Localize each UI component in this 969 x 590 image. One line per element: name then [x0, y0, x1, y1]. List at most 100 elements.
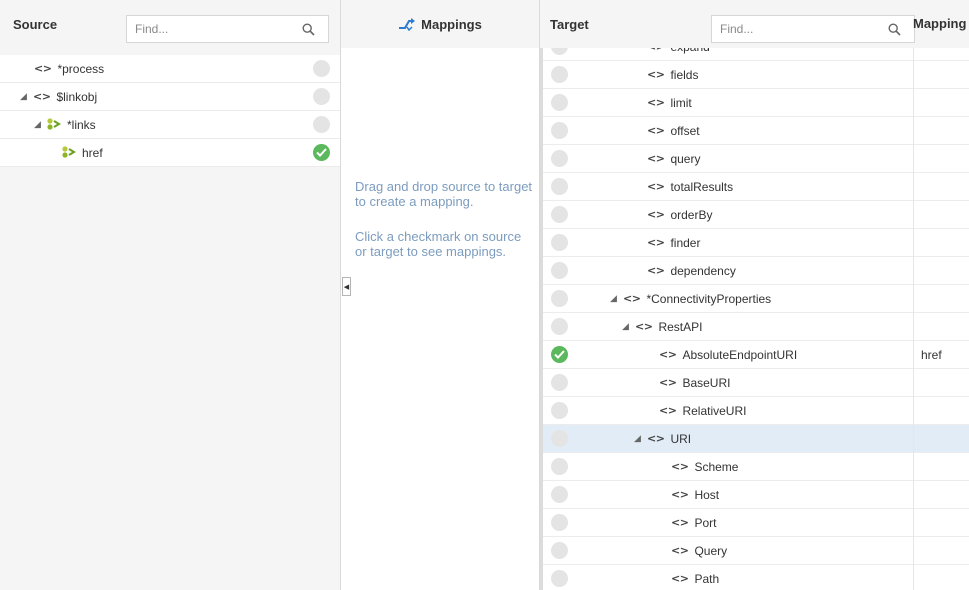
- target-tree-node: <> fields: [647, 61, 698, 88]
- source-tree: <> *process ◢ <> $linkobj ◢ *links href: [0, 55, 340, 167]
- mapping-arrows-icon: [399, 18, 416, 31]
- target-node-label: RestAPI: [658, 319, 703, 334]
- mapped-checkmark-icon[interactable]: [551, 346, 568, 363]
- element-tag-icon: <>: [671, 516, 689, 529]
- target-tree-row[interactable]: <> Path: [540, 565, 969, 590]
- source-tree-row[interactable]: <> *process: [0, 55, 340, 83]
- element-tag-icon: <>: [647, 68, 665, 81]
- expand-triangle-icon[interactable]: ◢: [20, 91, 33, 102]
- target-tree-node: <> dependency: [647, 257, 736, 284]
- target-tree-row[interactable]: <> query: [540, 145, 969, 173]
- target-node-label: fields: [670, 67, 699, 82]
- source-tree-node: href: [62, 139, 103, 166]
- target-node-label: dependency: [670, 263, 736, 278]
- source-tree-node: <> *process: [34, 55, 104, 82]
- unmapped-status-icon[interactable]: [551, 430, 568, 447]
- unmapped-status-icon[interactable]: [551, 514, 568, 531]
- target-node-label: Port: [694, 515, 717, 530]
- target-tree-row[interactable]: <> RelativeURI: [540, 397, 969, 425]
- source-tree-node: ◢ <> $linkobj: [20, 83, 97, 110]
- mappings-panel: Mappings Drag and drop source to target …: [341, 0, 540, 590]
- unmapped-status-icon[interactable]: [551, 458, 568, 475]
- target-tree-row[interactable]: <> Port: [540, 509, 969, 537]
- target-tree-node: <> totalResults: [647, 173, 733, 200]
- collapse-panel-button[interactable]: ◀: [342, 277, 351, 296]
- unmapped-status-icon[interactable]: [551, 122, 568, 139]
- unmapped-status-icon[interactable]: [551, 570, 568, 587]
- element-tag-icon: <>: [647, 208, 665, 221]
- unmapped-status-icon[interactable]: [551, 150, 568, 167]
- unmapped-status-icon[interactable]: [551, 206, 568, 223]
- unmapped-status-icon[interactable]: [551, 262, 568, 279]
- target-node-label: finder: [670, 235, 701, 250]
- unmapped-status-icon[interactable]: [313, 116, 330, 133]
- target-search-button[interactable]: [874, 16, 914, 42]
- target-tree-row[interactable]: ◢ <> RestAPI: [540, 313, 969, 341]
- unmapped-status-icon[interactable]: [551, 48, 568, 55]
- target-tree-row[interactable]: <> expand: [540, 48, 969, 61]
- target-tree-row[interactable]: ◢ <> URI: [540, 425, 969, 453]
- source-node-label: $linkobj: [56, 89, 98, 104]
- expand-triangle-icon[interactable]: ◢: [634, 433, 647, 444]
- target-tree-row[interactable]: ◢ <> *ConnectivityProperties: [540, 285, 969, 313]
- element-tag-icon: <>: [647, 48, 665, 53]
- target-title: Target: [550, 16, 589, 32]
- unmapped-status-icon[interactable]: [551, 290, 568, 307]
- element-tag-icon: <>: [647, 236, 665, 249]
- target-tree-row[interactable]: <> finder: [540, 229, 969, 257]
- source-find-input[interactable]: [127, 16, 287, 42]
- expand-triangle-icon[interactable]: ◢: [34, 119, 47, 130]
- target-node-label: limit: [670, 95, 692, 110]
- unmapped-status-icon[interactable]: [551, 486, 568, 503]
- source-tree-row[interactable]: ◢ *links: [0, 111, 340, 139]
- target-tree-row[interactable]: <> Scheme: [540, 453, 969, 481]
- mapped-checkmark-icon[interactable]: [313, 144, 330, 161]
- target-node-label: RelativeURI: [682, 403, 747, 418]
- source-panel: Source <>*process◢<>$linkobj◢*linkshref: [0, 0, 341, 590]
- unmapped-status-icon[interactable]: [551, 318, 568, 335]
- unmapped-status-icon[interactable]: [551, 402, 568, 419]
- unmapped-status-icon[interactable]: [551, 94, 568, 111]
- source-tree-row[interactable]: href: [0, 139, 340, 167]
- target-tree-node: <> BaseURI: [659, 369, 730, 396]
- target-tree-row[interactable]: <> BaseURI: [540, 369, 969, 397]
- unmapped-status-icon[interactable]: [313, 88, 330, 105]
- target-tree-row[interactable]: <> offset: [540, 117, 969, 145]
- unmapped-status-icon[interactable]: [551, 374, 568, 391]
- target-node-label: Host: [694, 487, 720, 502]
- target-node-label: expand: [670, 48, 709, 54]
- target-node-label: orderBy: [670, 207, 713, 222]
- target-tree-node: <> expand: [647, 48, 710, 60]
- target-tree-row[interactable]: <> Host: [540, 481, 969, 509]
- target-tree-row[interactable]: <> orderBy: [540, 201, 969, 229]
- element-tag-icon: <>: [659, 348, 677, 361]
- target-tree-node: <> AbsoluteEndpointURI: [659, 341, 797, 368]
- target-tree: <>expand<>fields<>limit<>offset<>query<>…: [540, 48, 969, 590]
- unmapped-status-icon[interactable]: [551, 66, 568, 83]
- expand-triangle-icon[interactable]: ◢: [610, 293, 623, 304]
- target-tree-row[interactable]: <> AbsoluteEndpointURI href: [540, 341, 969, 369]
- source-node-label: *links: [67, 117, 96, 132]
- unmapped-status-icon[interactable]: [551, 542, 568, 559]
- target-tree-row[interactable]: <> dependency: [540, 257, 969, 285]
- target-tree-row[interactable]: <> Query: [540, 537, 969, 565]
- target-tree-row[interactable]: <> fields: [540, 61, 969, 89]
- unmapped-status-icon[interactable]: [313, 60, 330, 77]
- target-panel: Target Mapping <>expand<>fields<>limit<>…: [540, 0, 969, 590]
- element-tag-icon: <>: [647, 124, 665, 137]
- target-tree-row[interactable]: <> limit: [540, 89, 969, 117]
- mappings-title-text: Mappings: [421, 16, 482, 32]
- element-tag-icon: <>: [647, 96, 665, 109]
- target-tree-row[interactable]: <> totalResults: [540, 173, 969, 201]
- target-scrollbar[interactable]: [540, 48, 543, 590]
- target-find-input[interactable]: [712, 16, 872, 42]
- element-tag-icon: <>: [635, 320, 653, 333]
- target-tree-node: <> offset: [647, 117, 700, 144]
- target-find-box: [711, 15, 915, 43]
- unmapped-status-icon[interactable]: [551, 234, 568, 251]
- unmapped-status-icon[interactable]: [551, 178, 568, 195]
- source-search-button[interactable]: [288, 16, 328, 42]
- target-tree-node: <> Query: [671, 537, 727, 564]
- source-tree-row[interactable]: ◢ <> $linkobj: [0, 83, 340, 111]
- expand-triangle-icon[interactable]: ◢: [622, 321, 635, 332]
